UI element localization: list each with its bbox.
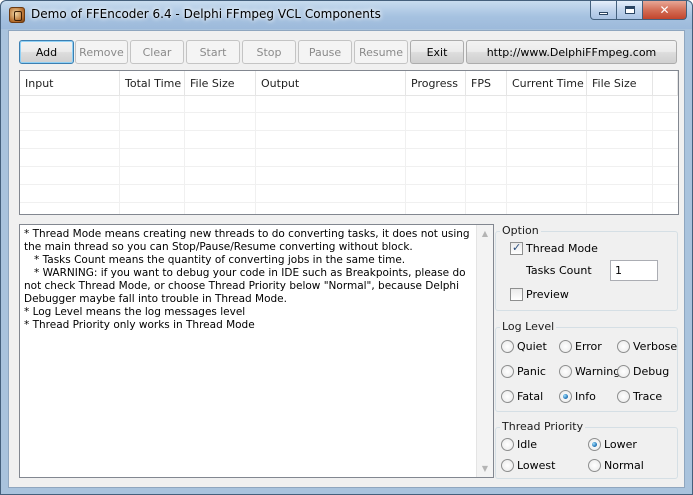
log-level-verbose-radio[interactable]: Verbose (617, 340, 677, 353)
list-grid-line (119, 96, 120, 214)
radio-icon (559, 340, 572, 353)
list-grid-line (184, 96, 185, 214)
column-progress[interactable]: Progress (406, 71, 466, 96)
column-input[interactable]: Input (20, 71, 120, 96)
radio-icon (501, 459, 514, 472)
priority-idle-radio[interactable]: Idle (501, 438, 537, 451)
radio-icon (501, 390, 514, 403)
clear-button[interactable]: Clear (130, 40, 184, 64)
log-level-trace-radio[interactable]: Trace (617, 390, 662, 403)
radio-icon (501, 340, 514, 353)
scroll-down-icon[interactable]: ▼ (477, 460, 493, 477)
list-grid-line (652, 96, 653, 214)
radio-icon (617, 340, 630, 353)
log-level-panic-radio[interactable]: Panic (501, 365, 546, 378)
log-level-debug-radio[interactable]: Debug (617, 365, 669, 378)
scroll-up-icon[interactable]: ▲ (477, 225, 493, 242)
log-level-group: Log Level Quiet Error Verbose Panic Warn… (495, 320, 678, 412)
log-level-quiet-label: Quiet (517, 340, 547, 353)
log-level-fatal-radio[interactable]: Fatal (501, 390, 543, 403)
preview-label: Preview (526, 288, 569, 301)
priority-lowest-radio[interactable]: Lowest (501, 459, 555, 472)
start-button[interactable]: Start (186, 40, 240, 64)
radio-icon (559, 365, 572, 378)
task-list-header: Input Total Time File Size Output Progre… (20, 71, 678, 96)
preview-checkbox[interactable]: Preview (510, 288, 569, 301)
client-area: Add Remove Clear Start Stop Pause Resume… (8, 30, 685, 488)
thread-priority-group: Thread Priority Idle Lower Lowest Normal (495, 420, 678, 479)
log-level-error-radio[interactable]: Error (559, 340, 602, 353)
thread-mode-check-icon (510, 241, 523, 255)
log-level-verbose-label: Verbose (633, 340, 678, 353)
window-title: Demo of FFEncoder 6.4 - Delphi FFmpeg VC… (31, 7, 381, 21)
priority-normal-label: Normal (604, 459, 644, 472)
caption-buttons: ✕ (590, 1, 687, 21)
remove-button[interactable]: Remove (75, 40, 128, 64)
info-memo[interactable]: * Thread Mode means creating new threads… (19, 224, 494, 478)
log-level-fatal-label: Fatal (517, 390, 544, 403)
list-grid-line (405, 96, 406, 214)
close-button[interactable]: ✕ (643, 1, 687, 20)
memo-scrollbar[interactable]: ▲ ▼ (476, 225, 493, 477)
stop-button[interactable]: Stop (242, 40, 296, 64)
radio-icon (501, 438, 514, 451)
column-output[interactable]: Output (256, 71, 406, 96)
priority-normal-radio[interactable]: Normal (588, 459, 644, 472)
log-level-panic-label: Panic (517, 365, 546, 378)
thread-mode-checkbox[interactable]: Thread Mode (510, 241, 598, 255)
log-level-debug-label: Debug (633, 365, 670, 378)
minimize-button[interactable] (590, 1, 617, 20)
list-grid-line (506, 96, 507, 214)
log-level-group-title: Log Level (500, 320, 557, 333)
column-total-time[interactable]: Total Time (120, 71, 185, 96)
info-memo-text: * Thread Mode means creating new threads… (24, 228, 470, 331)
close-icon: ✕ (659, 3, 670, 17)
log-level-quiet-radio[interactable]: Quiet (501, 340, 547, 353)
radio-icon (617, 390, 630, 403)
add-button[interactable]: Add (19, 40, 74, 64)
preview-check-icon (510, 288, 523, 301)
radio-icon (588, 459, 601, 472)
radio-icon (588, 438, 601, 451)
tasks-count-input[interactable]: 1 (610, 260, 658, 281)
maximize-button[interactable] (617, 1, 643, 20)
log-level-error-label: Error (575, 340, 602, 353)
log-level-info-radio[interactable]: Info (559, 390, 596, 403)
minimize-icon (599, 11, 608, 15)
column-file-size[interactable]: File Size (185, 71, 256, 96)
column-filler (653, 71, 678, 96)
pause-button[interactable]: Pause (298, 40, 352, 64)
thread-priority-group-title: Thread Priority (500, 420, 586, 433)
title-bar[interactable]: Demo of FFEncoder 6.4 - Delphi FFmpeg VC… (1, 1, 692, 29)
app-window: Demo of FFEncoder 6.4 - Delphi FFmpeg VC… (0, 0, 693, 495)
app-icon[interactable] (9, 7, 25, 23)
thread-mode-label: Thread Mode (526, 242, 598, 255)
task-list[interactable]: Input Total Time File Size Output Progre… (19, 70, 679, 215)
exit-button[interactable]: Exit (410, 40, 464, 64)
maximize-icon (624, 6, 635, 14)
option-group: Option Thread Mode Tasks Count 1 Preview (495, 224, 678, 311)
website-button[interactable]: http://www.DelphiFFmpeg.com (466, 40, 677, 64)
log-level-trace-label: Trace (633, 390, 663, 403)
list-grid-line (255, 96, 256, 214)
priority-lowest-label: Lowest (517, 459, 556, 472)
priority-lower-radio[interactable]: Lower (588, 438, 637, 451)
option-group-title: Option (500, 224, 541, 237)
tasks-count-label: Tasks Count (526, 264, 592, 277)
log-level-info-label: Info (575, 390, 596, 403)
log-level-warning-radio[interactable]: Warning (559, 365, 620, 378)
radio-icon (617, 365, 630, 378)
list-grid-line (586, 96, 587, 214)
column-current-time[interactable]: Current Time (507, 71, 587, 96)
log-level-warning-label: Warning (575, 365, 621, 378)
priority-lower-label: Lower (604, 438, 637, 451)
list-grid-line (465, 96, 466, 214)
column-fps[interactable]: FPS (466, 71, 507, 96)
radio-icon (501, 365, 514, 378)
radio-icon (559, 390, 572, 403)
priority-idle-label: Idle (517, 438, 538, 451)
column-output-file-size[interactable]: File Size (587, 71, 653, 96)
resume-button[interactable]: Resume (354, 40, 408, 64)
